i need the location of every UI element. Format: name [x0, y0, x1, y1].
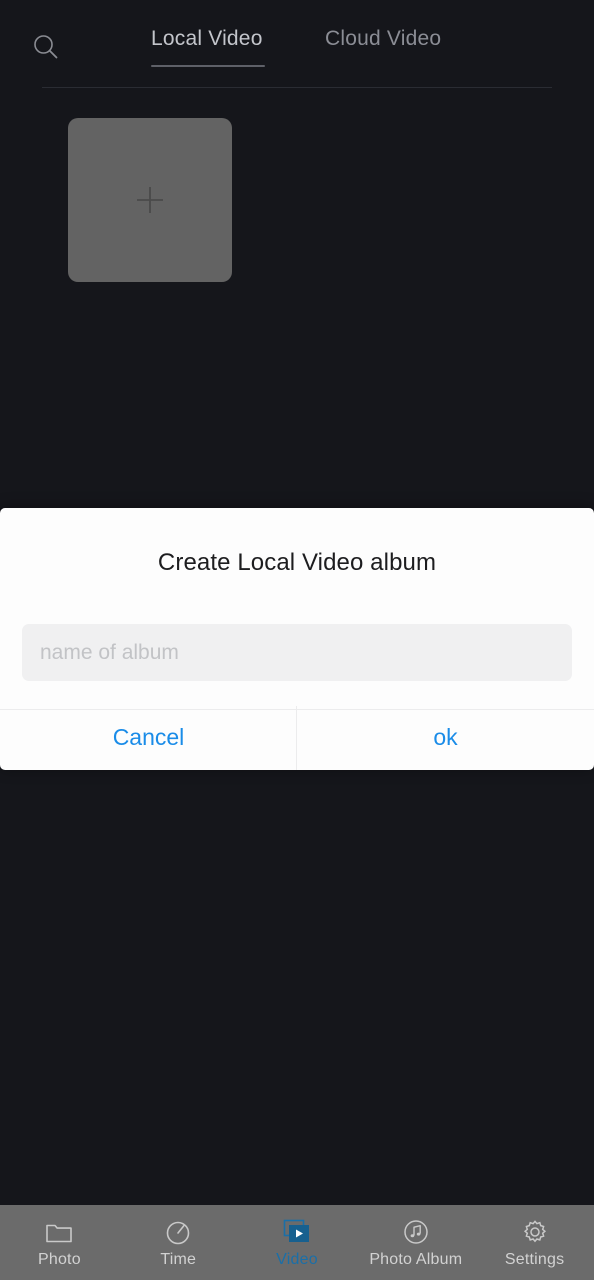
- tab-local-video[interactable]: Local Video: [151, 27, 263, 51]
- nav-label-photo: Photo: [37, 1250, 81, 1268]
- nav-item-photo-album[interactable]: Photo Album: [356, 1205, 475, 1280]
- nav-item-photo[interactable]: Photo: [0, 1205, 119, 1280]
- tab-cloud-video[interactable]: Cloud Video: [325, 27, 441, 51]
- active-tab-indicator: [151, 65, 265, 67]
- gear-icon: [521, 1217, 549, 1247]
- nav-item-settings[interactable]: Settings: [475, 1205, 594, 1280]
- dialog-title: Create Local Video album: [157, 549, 437, 576]
- stopwatch-icon: [164, 1217, 192, 1247]
- nav-item-time[interactable]: Time: [119, 1205, 238, 1280]
- album-name-input[interactable]: [22, 624, 572, 681]
- top-bar: Local Video Cloud Video: [0, 0, 594, 88]
- nav-label-time: Time: [160, 1250, 197, 1268]
- add-album-tile[interactable]: [68, 118, 232, 282]
- create-album-dialog: Create Local Video album Cancel ok: [0, 508, 594, 770]
- search-icon: [31, 32, 61, 62]
- music-note-circle-icon: [402, 1217, 430, 1247]
- plus-icon: [133, 183, 167, 217]
- video-icon: [281, 1217, 313, 1247]
- ok-button[interactable]: ok: [297, 710, 594, 770]
- nav-label-photo-album: Photo Album: [369, 1250, 463, 1268]
- nav-item-video[interactable]: Video: [238, 1205, 357, 1280]
- nav-label-settings: Settings: [504, 1250, 565, 1268]
- dialog-actions: Cancel ok: [0, 710, 594, 770]
- search-button[interactable]: [25, 26, 67, 68]
- bottom-navigation-bar: Photo Time Video Photo Album Settings: [0, 1205, 594, 1280]
- cancel-button[interactable]: Cancel: [0, 710, 297, 770]
- dialog-divider-vertical: [296, 706, 297, 770]
- nav-label-video: Video: [276, 1250, 318, 1268]
- folder-icon: [45, 1217, 73, 1247]
